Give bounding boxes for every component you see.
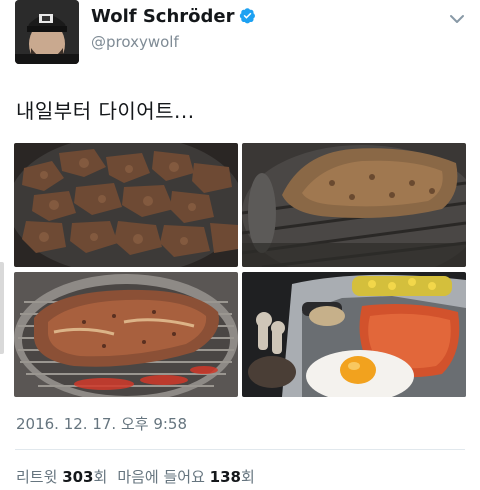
retweet-stat[interactable]: 리트윗 303회: [16, 468, 107, 486]
photo-pork-on-grill[interactable]: [14, 272, 238, 397]
retweet-label: 리트윗: [16, 468, 58, 486]
retweet-count: 303: [62, 468, 94, 486]
chevron-down-icon[interactable]: [448, 10, 466, 28]
like-label: 마음에 들어요: [117, 468, 205, 486]
tweet-timestamp[interactable]: 2016. 12. 17. 오후 9:58: [16, 413, 187, 434]
divider: [15, 449, 465, 450]
display-name-text[interactable]: Wolf Schröder: [91, 6, 235, 27]
photo-side-dishes-egg[interactable]: [242, 272, 466, 397]
like-suffix: 회: [240, 468, 255, 486]
photo-grilled-meat-pieces[interactable]: [14, 143, 238, 267]
scroll-edge-marker: [0, 262, 4, 354]
like-count: 138: [209, 468, 241, 486]
avatar[interactable]: [15, 0, 79, 64]
tweet-text: 내일부터 다이어트...: [16, 99, 195, 123]
retweet-suffix: 회: [93, 468, 108, 486]
display-name[interactable]: Wolf Schröder: [91, 6, 256, 27]
photo-grid: [14, 143, 466, 397]
verified-badge-icon: [239, 8, 255, 24]
tweet-stats: 리트윗 303회 마음에 들어요 138회: [16, 466, 255, 487]
user-handle[interactable]: @proxywolf: [91, 33, 179, 51]
like-stat[interactable]: 마음에 들어요 138회: [117, 468, 254, 486]
photo-grilled-pork-slab[interactable]: [242, 143, 466, 267]
